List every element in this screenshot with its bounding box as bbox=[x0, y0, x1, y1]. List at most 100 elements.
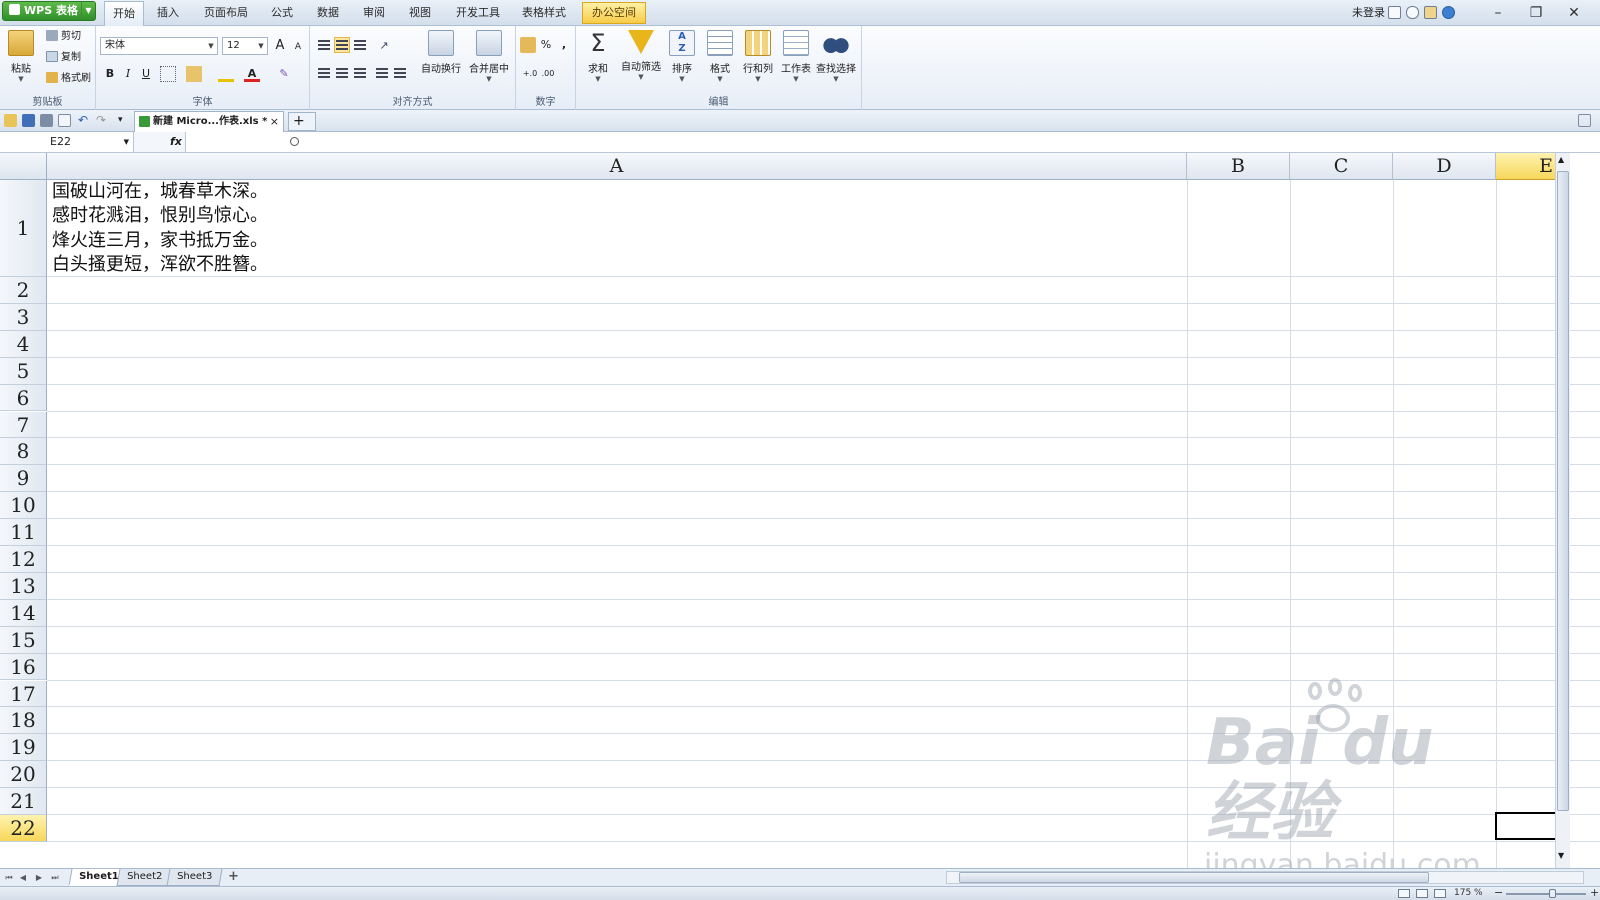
font-name-select[interactable]: 宋体 ▼ bbox=[100, 37, 218, 55]
column-header-d[interactable]: D bbox=[1393, 153, 1496, 180]
row-header-8[interactable]: 8 bbox=[0, 438, 47, 466]
row-header-21[interactable]: 21 bbox=[0, 788, 47, 815]
zoom-in-button[interactable]: + bbox=[1590, 887, 1599, 899]
horizontal-scroll-thumb[interactable] bbox=[959, 872, 1429, 883]
row-header-2[interactable]: 2 bbox=[0, 277, 47, 304]
cut-button[interactable]: 剪切 bbox=[46, 30, 81, 44]
first-sheet-icon[interactable]: ⏮ bbox=[2, 870, 16, 885]
copy-button[interactable]: 复制 bbox=[46, 51, 81, 65]
shrink-font-button[interactable]: A bbox=[290, 39, 306, 55]
horizontal-scrollbar[interactable] bbox=[946, 871, 1584, 884]
zoom-slider-knob[interactable] bbox=[1549, 889, 1556, 898]
page-layout-view-icon[interactable] bbox=[1416, 889, 1428, 898]
format-button[interactable]: 格式 ▼ bbox=[700, 30, 740, 83]
row-header-7[interactable]: 7 bbox=[0, 411, 47, 439]
italic-button[interactable]: I bbox=[120, 66, 136, 82]
user-icon[interactable] bbox=[1424, 6, 1437, 19]
tab-office-space[interactable]: 办公空间 bbox=[582, 2, 646, 24]
align-middle-button[interactable] bbox=[334, 37, 350, 53]
tab-review[interactable]: 审阅 bbox=[356, 0, 392, 26]
bold-button[interactable]: B bbox=[102, 66, 118, 82]
restore-button[interactable]: ❐ bbox=[1518, 0, 1554, 26]
scroll-up-icon[interactable]: ▲ bbox=[1558, 155, 1564, 164]
row-header-1[interactable]: 1 bbox=[0, 180, 47, 277]
print-icon[interactable] bbox=[40, 114, 53, 127]
collapse-ribbon-icon[interactable] bbox=[1388, 6, 1401, 19]
sheet-tab-2[interactable]: Sheet2 bbox=[116, 869, 173, 886]
close-button[interactable]: ✕ bbox=[1556, 0, 1592, 26]
merge-center-button[interactable]: 合并居中 ▼ bbox=[466, 30, 512, 83]
column-header-c[interactable]: C bbox=[1290, 153, 1393, 180]
orientation-icon[interactable]: ↗ bbox=[376, 38, 392, 54]
highlight-icon[interactable] bbox=[218, 66, 234, 82]
select-all-corner[interactable] bbox=[0, 153, 47, 180]
align-center-icon[interactable] bbox=[336, 68, 348, 78]
print-preview-icon[interactable] bbox=[58, 114, 71, 127]
app-menu-button[interactable]: WPS 表格 ▼ bbox=[2, 1, 96, 21]
row-header-13[interactable]: 13 bbox=[0, 572, 47, 600]
row-header-3[interactable]: 3 bbox=[0, 303, 47, 331]
spreadsheet-grid[interactable]: A B C D E 1 2 3 4 5 6 7 8 9 10 11 12 13 14 15 16 17 18 19 2… bbox=[0, 153, 1600, 868]
row-header-6[interactable]: 6 bbox=[0, 384, 47, 412]
align-right-icon[interactable] bbox=[354, 68, 366, 78]
window-layout-icon[interactable] bbox=[1578, 114, 1591, 127]
increase-decimal-icon[interactable]: +.0 bbox=[522, 66, 538, 82]
skin-icon[interactable] bbox=[1406, 6, 1419, 19]
tab-developer[interactable]: 开发工具 bbox=[448, 0, 508, 26]
currency-icon[interactable] bbox=[520, 37, 536, 53]
increase-indent-icon[interactable] bbox=[394, 68, 406, 78]
customize-toolbar-icon[interactable]: ▾ bbox=[118, 114, 131, 127]
sum-button[interactable]: Σ 求和 ▼ bbox=[578, 30, 618, 83]
undo-icon[interactable]: ↶ bbox=[78, 114, 91, 127]
scroll-down-icon[interactable]: ▼ bbox=[1558, 851, 1564, 860]
normal-view-icon[interactable] bbox=[1398, 889, 1410, 898]
tab-data[interactable]: 数据 bbox=[310, 0, 346, 26]
redo-icon[interactable]: ↷ bbox=[96, 114, 109, 127]
row-header-17[interactable]: 17 bbox=[0, 680, 47, 708]
last-sheet-icon[interactable]: ⏭ bbox=[48, 870, 62, 885]
format-painter-button[interactable]: 格式刷 bbox=[46, 72, 91, 86]
prev-sheet-icon[interactable]: ◀ bbox=[16, 870, 30, 885]
tab-formulas[interactable]: 公式 bbox=[264, 0, 300, 26]
chevron-down-icon[interactable]: ▼ bbox=[81, 2, 95, 20]
fill-color-icon[interactable] bbox=[186, 66, 202, 82]
row-header-22[interactable]: 22 bbox=[0, 815, 47, 842]
wrap-text-button[interactable]: 自动换行 bbox=[418, 30, 464, 75]
column-header-b[interactable]: B bbox=[1187, 153, 1290, 180]
zoom-out-button[interactable]: − bbox=[1494, 887, 1503, 899]
insert-function-button[interactable]: fx bbox=[134, 132, 299, 152]
column-header-a[interactable]: A bbox=[47, 153, 1187, 180]
vertical-scrollbar[interactable]: ▲ ▼ bbox=[1555, 153, 1570, 868]
align-left-icon[interactable] bbox=[318, 68, 330, 78]
new-tab-button[interactable]: + bbox=[288, 112, 316, 131]
tab-insert[interactable]: 插入 bbox=[150, 0, 186, 26]
paste-button[interactable]: 粘贴 ▼ bbox=[2, 30, 40, 83]
row-header-9[interactable]: 9 bbox=[0, 465, 47, 493]
zoom-slider[interactable] bbox=[1506, 893, 1586, 895]
selected-cell-e22[interactable] bbox=[1495, 812, 1557, 840]
font-color-button[interactable]: A bbox=[244, 66, 260, 82]
row-header-10[interactable]: 10 bbox=[0, 492, 47, 520]
cell-a1[interactable]: 国破山河在，城春草木深。 感时花溅泪，恨别鸟惊心。 烽火连三月，家书抵万金。 白… bbox=[52, 180, 552, 278]
save-icon[interactable] bbox=[22, 114, 35, 127]
row-header-19[interactable]: 19 bbox=[0, 734, 47, 762]
tab-page-layout[interactable]: 页面布局 bbox=[196, 0, 256, 26]
row-header-20[interactable]: 20 bbox=[0, 761, 47, 789]
formula-input[interactable] bbox=[188, 132, 1588, 152]
name-box[interactable]: E22 ▼ bbox=[0, 132, 134, 152]
row-header-14[interactable]: 14 bbox=[0, 599, 47, 627]
tab-home[interactable]: 开始 bbox=[104, 1, 144, 26]
login-status[interactable]: 未登录 bbox=[1352, 0, 1385, 26]
page-break-view-icon[interactable] bbox=[1434, 889, 1446, 898]
underline-button[interactable]: U bbox=[138, 66, 154, 82]
sheet-tab-3[interactable]: Sheet3 bbox=[166, 869, 223, 886]
find-select-button[interactable]: 查找选择 ▼ bbox=[812, 30, 860, 83]
align-bottom-icon[interactable] bbox=[354, 40, 366, 50]
row-header-5[interactable]: 5 bbox=[0, 357, 47, 385]
align-top-icon[interactable] bbox=[318, 40, 330, 50]
sort-button[interactable]: AZ 排序 ▼ bbox=[662, 30, 702, 83]
clear-format-icon[interactable]: ✎ bbox=[276, 66, 292, 82]
next-sheet-icon[interactable]: ▶ bbox=[32, 870, 46, 885]
open-icon[interactable] bbox=[4, 114, 17, 127]
document-tab[interactable]: 新建 Micro...作表.xls * × bbox=[134, 111, 284, 132]
